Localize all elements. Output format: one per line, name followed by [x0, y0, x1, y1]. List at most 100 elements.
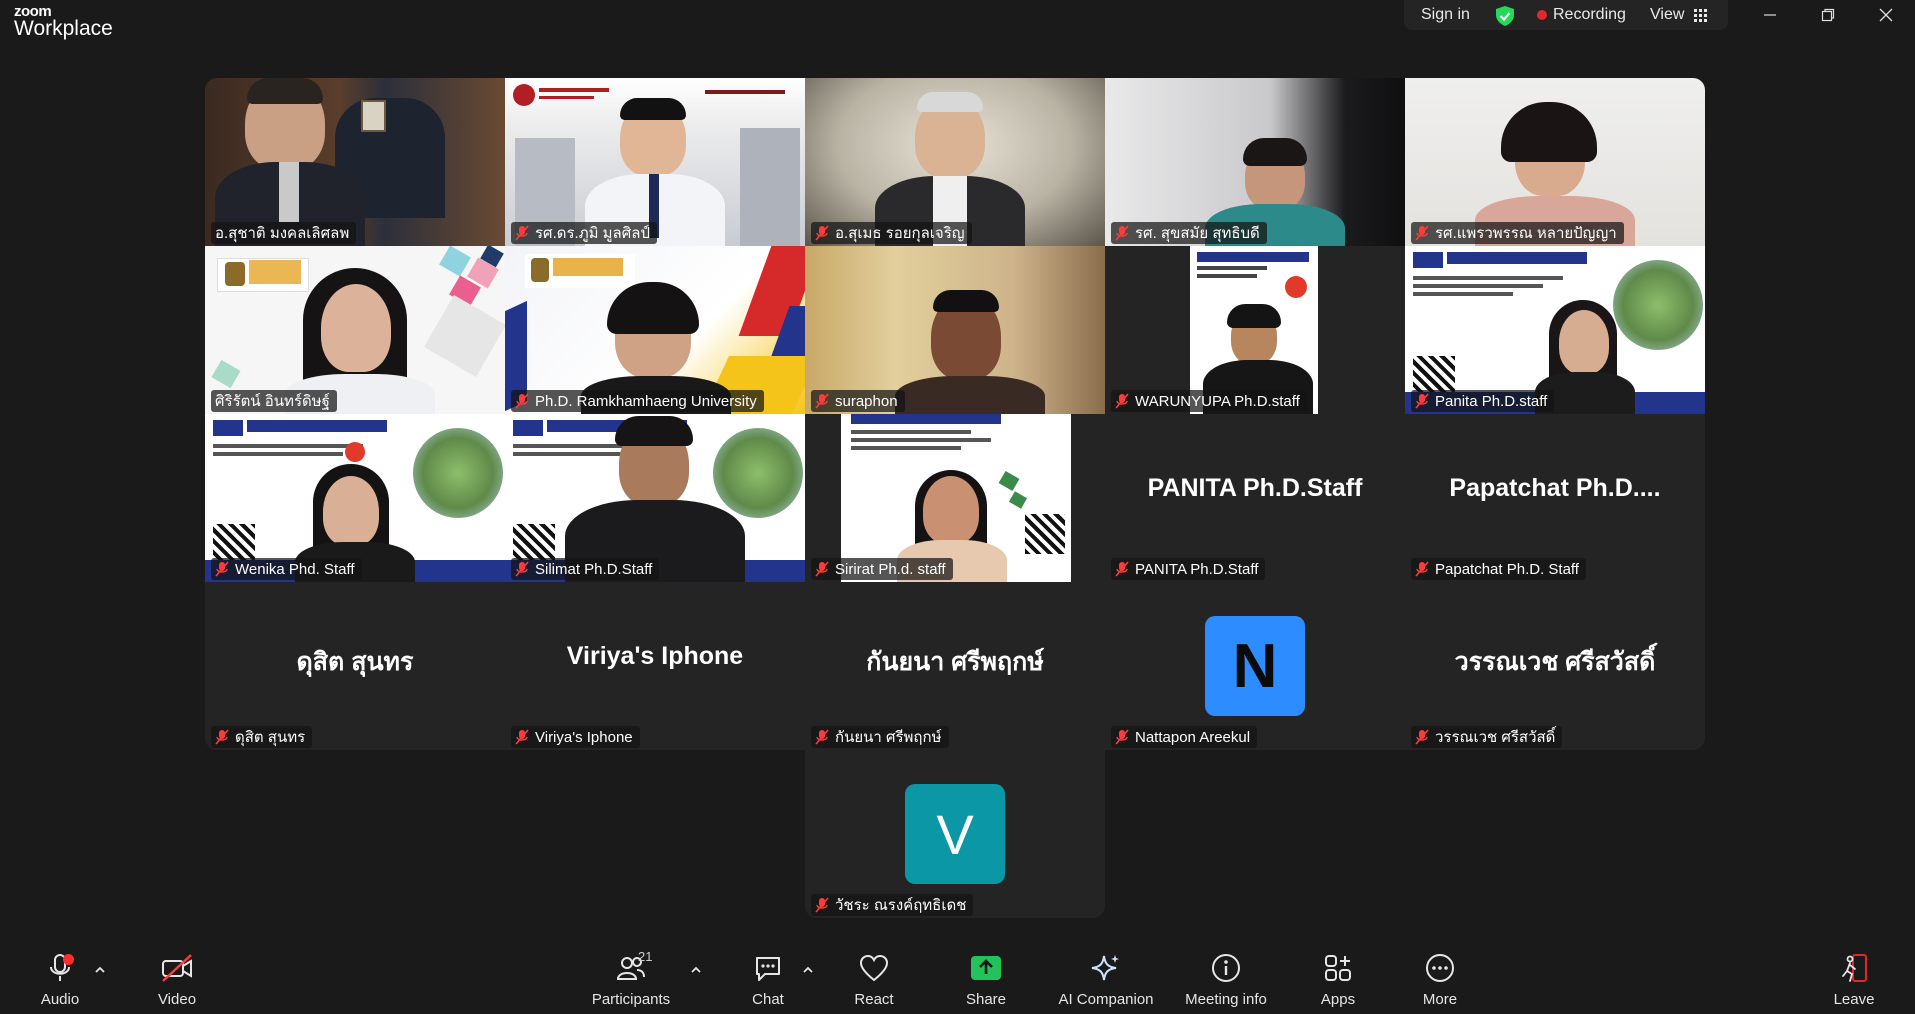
sign-in-button[interactable]: Sign in	[1421, 5, 1470, 25]
apps-label: Apps	[1320, 991, 1356, 1008]
participant-tile[interactable]: รศ.แพรวพรรณ หลายปัญญา	[1405, 78, 1705, 246]
participant-tile[interactable]: N Nattapon Areekul	[1105, 582, 1405, 750]
muted-mic-icon	[515, 561, 529, 577]
participant-name: suraphon	[835, 392, 898, 410]
apps-button[interactable]: Apps	[1311, 943, 1365, 1014]
participant-nameplate: WARUNYUPA Ph.D.staff	[1111, 390, 1307, 412]
muted-mic-icon	[1115, 225, 1129, 241]
participant-name: Silimat Ph.D.Staff	[535, 560, 653, 578]
view-label: View	[1650, 6, 1685, 23]
meeting-info-button[interactable]: Meeting info	[1176, 943, 1276, 1014]
participant-nameplate: Papatchat Ph.D. Staff	[1411, 558, 1586, 580]
participant-video	[1105, 246, 1405, 414]
muted-mic-icon	[1415, 729, 1429, 745]
participant-tile[interactable]: รศ.ดร.ภูมิ มูลศิลป์	[505, 78, 805, 246]
participant-tile[interactable]: Silimat Ph.D.Staff	[505, 414, 805, 582]
close-icon	[1879, 8, 1893, 22]
participants-options-caret-icon[interactable]	[689, 963, 703, 977]
participant-nameplate: วัชระ ณรงค์ฤทธิเดช	[811, 894, 974, 916]
participant-video	[505, 78, 805, 246]
audio-options-caret-icon[interactable]	[93, 963, 107, 977]
participant-name: วรรณเวช ศรีสวัสดิ์	[1435, 729, 1556, 746]
participant-name: รศ. สุขสมัย สุทธิบดี	[1135, 225, 1260, 242]
participant-name: ดุสิต สุนทร	[235, 729, 306, 746]
participant-tile[interactable]: Papatchat Ph.D.... Papatchat Ph.D. Staff	[1405, 414, 1705, 582]
video-gallery: อ.สุชาติ มงคลเลิศลพ รศ.ดร.ภูมิ มูลศิลป์	[0, 43, 1915, 943]
react-button[interactable]: React	[847, 943, 901, 1014]
minimize-window-button[interactable]	[1742, 0, 1798, 30]
audio-button[interactable]: Audio	[32, 943, 88, 1014]
participant-video	[1405, 78, 1705, 246]
participant-tile-active-speaker[interactable]: ศิริรัตน์ อินทร์ดิษฐ์	[205, 246, 505, 414]
participant-tile[interactable]: PANITA Ph.D.Staff PANITA Ph.D.Staff	[1105, 414, 1405, 582]
participant-display-name: วรรณเวช ศรีสวัสดิ์	[1454, 648, 1656, 676]
participant-nameplate: อ.สุชาติ มงคลเลิศลพ	[211, 222, 357, 244]
participant-display-name: Viriya's Iphone	[566, 642, 744, 670]
participant-tile[interactable]: อ.สุเมธ รอยกุลเจริญ	[805, 78, 1105, 246]
participant-tile[interactable]: Viriya's Iphone Viriya's Iphone	[505, 582, 805, 750]
muted-mic-icon	[1415, 225, 1429, 241]
participant-name: อ.สุเมธ รอยกุลเจริญ	[835, 225, 965, 242]
recording-dot-icon	[1537, 10, 1547, 20]
participant-display-name: ดุสิต สุนทร	[296, 648, 414, 676]
close-window-button[interactable]	[1858, 0, 1914, 30]
participant-tile[interactable]: suraphon	[805, 246, 1105, 414]
muted-mic-icon	[1415, 561, 1429, 577]
participant-tile[interactable]: อ.สุชาติ มงคลเลิศลพ	[205, 78, 505, 246]
participant-tile[interactable]: V วัชระ ณรงค์ฤทธิเดช	[805, 750, 1105, 918]
participant-name: Panita Ph.D.staff	[1435, 392, 1548, 410]
video-button[interactable]: Video	[150, 943, 204, 1014]
ai-companion-button[interactable]: AI Companion	[1052, 943, 1160, 1014]
participant-tile[interactable]: ดุสิต สุนทร ดุสิต สุนทร	[205, 582, 505, 750]
recording-label: Recording	[1553, 6, 1626, 23]
participant-nameplate: Wenika Phd. Staff	[211, 558, 362, 580]
leave-icon	[1837, 951, 1871, 985]
participant-name: Sirirat Ph.d. staff	[835, 560, 946, 578]
participant-name: วัชระ ณรงค์ฤทธิเดช	[835, 897, 967, 914]
participant-nameplate: Nattapon Areekul	[1111, 726, 1258, 748]
muted-mic-icon	[815, 897, 829, 913]
participant-name: อ.สุชาติ มงคลเลิศลพ	[215, 225, 350, 242]
participant-name: ศิริรัตน์ อินทร์ดิษฐ์	[215, 393, 330, 410]
participant-nameplate: Ph.D. Ramkhamhaeng University	[511, 390, 764, 412]
view-button[interactable]: View	[1650, 5, 1708, 25]
share-label: Share	[965, 991, 1007, 1008]
leave-button[interactable]: Leave	[1825, 943, 1883, 1014]
participant-nameplate: Sirirat Ph.d. staff	[811, 558, 953, 580]
participants-button[interactable]: 21 Participants	[586, 943, 676, 1014]
participant-tile[interactable]: Ph.D. Ramkhamhaeng University	[505, 246, 805, 414]
encryption-shield-icon[interactable]	[1494, 5, 1516, 27]
participant-nameplate: กันยนา ศรีพฤกษ์	[811, 726, 949, 748]
participant-nameplate: ศิริรัตน์ อินทร์ดิษฐ์	[211, 390, 337, 412]
share-button[interactable]: Share	[959, 943, 1013, 1014]
more-label: More	[1422, 991, 1458, 1008]
muted-mic-icon	[515, 393, 529, 409]
meeting-toolbar: Audio Video 21 Participants Chat React S…	[0, 943, 1915, 1014]
participant-tile[interactable]: รศ. สุขสมัย สุทธิบดี	[1105, 78, 1405, 246]
title-bar: zoom Workplace Sign in Recording View	[0, 0, 1915, 43]
chat-options-caret-icon[interactable]	[801, 963, 815, 977]
participant-nameplate: Viriya's Iphone	[511, 726, 640, 748]
chat-button[interactable]: Chat	[741, 943, 795, 1014]
restore-window-button[interactable]	[1800, 0, 1856, 30]
grid-icon	[1694, 8, 1708, 22]
recording-indicator[interactable]: Recording	[1537, 5, 1626, 25]
participant-tile[interactable]: กันยนา ศรีพฤกษ์ กันยนา ศรีพฤกษ์	[805, 582, 1105, 750]
participant-tile[interactable]: WARUNYUPA Ph.D.staff	[1105, 246, 1405, 414]
participant-display-name: Papatchat Ph.D....	[1449, 474, 1661, 502]
participant-tile[interactable]: วรรณเวช ศรีสวัสดิ์ วรรณเวช ศรีสวัสดิ์	[1405, 582, 1705, 750]
participant-name: Ph.D. Ramkhamhaeng University	[535, 392, 757, 410]
participant-nameplate: วรรณเวช ศรีสวัสดิ์	[1411, 726, 1563, 748]
minimize-icon	[1764, 14, 1776, 16]
more-button[interactable]: More	[1413, 943, 1467, 1014]
participant-video	[1105, 78, 1405, 246]
muted-mic-icon	[215, 561, 229, 577]
participant-tile[interactable]: Sirirat Ph.d. staff	[805, 414, 1105, 582]
participant-video	[1405, 246, 1705, 414]
participant-tile[interactable]: Wenika Phd. Staff	[205, 414, 505, 582]
participant-tile[interactable]: Panita Ph.D.staff	[1405, 246, 1705, 414]
participants-label: Participants	[591, 991, 671, 1008]
share-screen-icon	[969, 951, 1003, 985]
muted-mic-icon	[1415, 393, 1429, 409]
muted-mic-icon	[1115, 729, 1129, 745]
